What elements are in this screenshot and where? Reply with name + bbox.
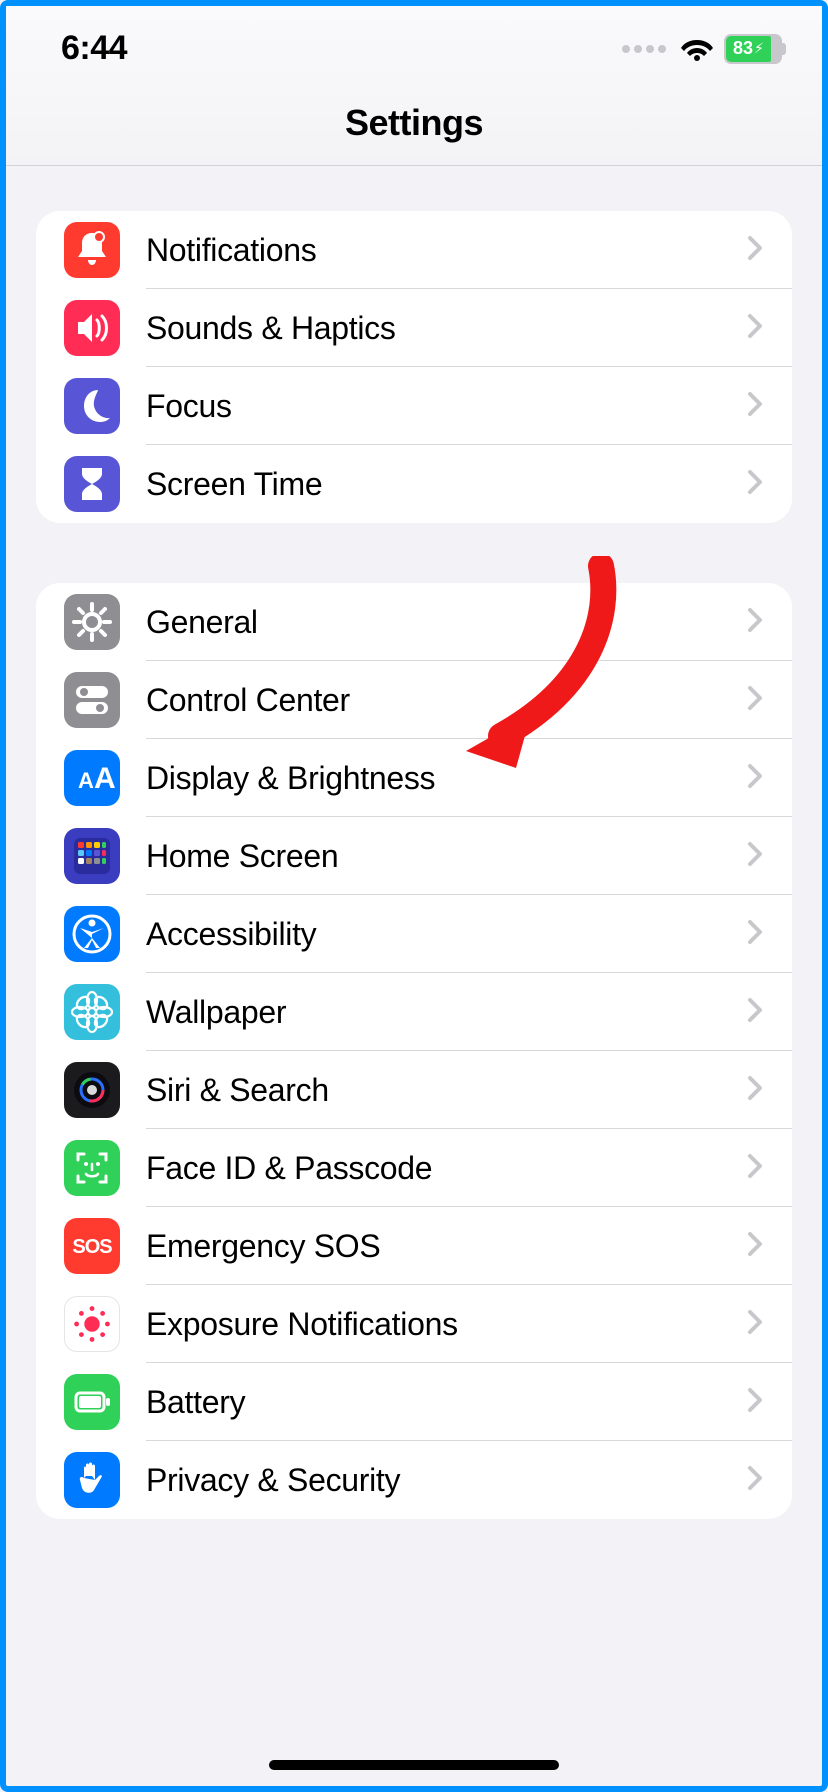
flower-icon: [64, 984, 120, 1040]
settings-row-label: Screen Time: [146, 466, 746, 503]
settings-row-screen-time[interactable]: Screen Time: [36, 445, 792, 523]
settings-row-label: Wallpaper: [146, 994, 746, 1031]
settings-row-label: Accessibility: [146, 916, 746, 953]
settings-row-display-brightness[interactable]: Display & Brightness: [36, 739, 792, 817]
moon-icon: [64, 378, 120, 434]
cellular-dots-icon: [622, 45, 666, 53]
sos-icon: [64, 1218, 120, 1274]
settings-row-sounds-haptics[interactable]: Sounds & Haptics: [36, 289, 792, 367]
chevron-right-icon: [746, 236, 764, 265]
chevron-right-icon: [746, 1154, 764, 1183]
settings-row-wallpaper[interactable]: Wallpaper: [36, 973, 792, 1051]
settings-row-siri-search[interactable]: Siri & Search: [36, 1051, 792, 1129]
faceid-icon: [64, 1140, 120, 1196]
accessibility-icon: [64, 906, 120, 962]
chevron-right-icon: [746, 920, 764, 949]
hand-icon: [64, 1452, 120, 1508]
settings-row-emergency-sos[interactable]: Emergency SOS: [36, 1207, 792, 1285]
settings-row-label: Siri & Search: [146, 1072, 746, 1109]
chevron-right-icon: [746, 1466, 764, 1495]
chevron-right-icon: [746, 764, 764, 793]
status-right: 83 ⚡︎: [622, 34, 782, 64]
bell-icon: [64, 222, 120, 278]
home-indicator[interactable]: [269, 1760, 559, 1770]
settings-row-notifications[interactable]: Notifications: [36, 211, 792, 289]
settings-row-label: Control Center: [146, 682, 746, 719]
settings-row-exposure-notifications[interactable]: Exposure Notifications: [36, 1285, 792, 1363]
settings-row-label: Display & Brightness: [146, 760, 746, 797]
settings-row-faceid-passcode[interactable]: Face ID & Passcode: [36, 1129, 792, 1207]
chevron-right-icon: [746, 686, 764, 715]
grid-icon: [64, 828, 120, 884]
settings-row-focus[interactable]: Focus: [36, 367, 792, 445]
settings-row-home-screen[interactable]: Home Screen: [36, 817, 792, 895]
chevron-right-icon: [746, 1232, 764, 1261]
status-bar: 6:44 83 ⚡︎: [6, 6, 822, 81]
siri-icon: [64, 1062, 120, 1118]
settings-row-accessibility[interactable]: Accessibility: [36, 895, 792, 973]
hourglass-icon: [64, 456, 120, 512]
speaker-icon: [64, 300, 120, 356]
settings-row-label: Privacy & Security: [146, 1462, 746, 1499]
battery-icon: 83 ⚡︎: [724, 34, 782, 64]
settings-row-label: Face ID & Passcode: [146, 1150, 746, 1187]
textsize-icon: [64, 750, 120, 806]
charging-bolt-icon: ⚡︎: [754, 40, 764, 57]
settings-row-battery[interactable]: Battery: [36, 1363, 792, 1441]
settings-row-privacy-security[interactable]: Privacy & Security: [36, 1441, 792, 1519]
settings-row-general[interactable]: General: [36, 583, 792, 661]
settings-row-label: Home Screen: [146, 838, 746, 875]
settings-group: Notifications Sounds & Haptics Focus Screen…: [36, 211, 792, 523]
chevron-right-icon: [746, 392, 764, 421]
page-title: Settings: [345, 102, 483, 144]
settings-row-label: Emergency SOS: [146, 1228, 746, 1265]
battery-icon: [64, 1374, 120, 1430]
settings-row-label: Sounds & Haptics: [146, 310, 746, 347]
settings-row-control-center[interactable]: Control Center: [36, 661, 792, 739]
settings-group: General Control Center Display & Brightnes…: [36, 583, 792, 1519]
chevron-right-icon: [746, 470, 764, 499]
toggles-icon: [64, 672, 120, 728]
chevron-right-icon: [746, 998, 764, 1027]
chevron-right-icon: [746, 608, 764, 637]
exposure-icon: [64, 1296, 120, 1352]
chevron-right-icon: [746, 842, 764, 871]
battery-percent: 83: [733, 38, 753, 59]
settings-content[interactable]: Notifications Sounds & Haptics Focus Screen…: [6, 166, 822, 1639]
wifi-icon: [680, 36, 714, 62]
settings-row-label: Focus: [146, 388, 746, 425]
settings-row-label: Notifications: [146, 232, 746, 269]
chevron-right-icon: [746, 1388, 764, 1417]
chevron-right-icon: [746, 1310, 764, 1339]
settings-row-label: Exposure Notifications: [146, 1306, 746, 1343]
settings-row-label: Battery: [146, 1384, 746, 1421]
status-time: 6:44: [61, 29, 127, 68]
chevron-right-icon: [746, 1076, 764, 1105]
chevron-right-icon: [746, 314, 764, 343]
settings-row-label: General: [146, 604, 746, 641]
gear-icon: [64, 594, 120, 650]
header: Settings: [6, 81, 822, 166]
